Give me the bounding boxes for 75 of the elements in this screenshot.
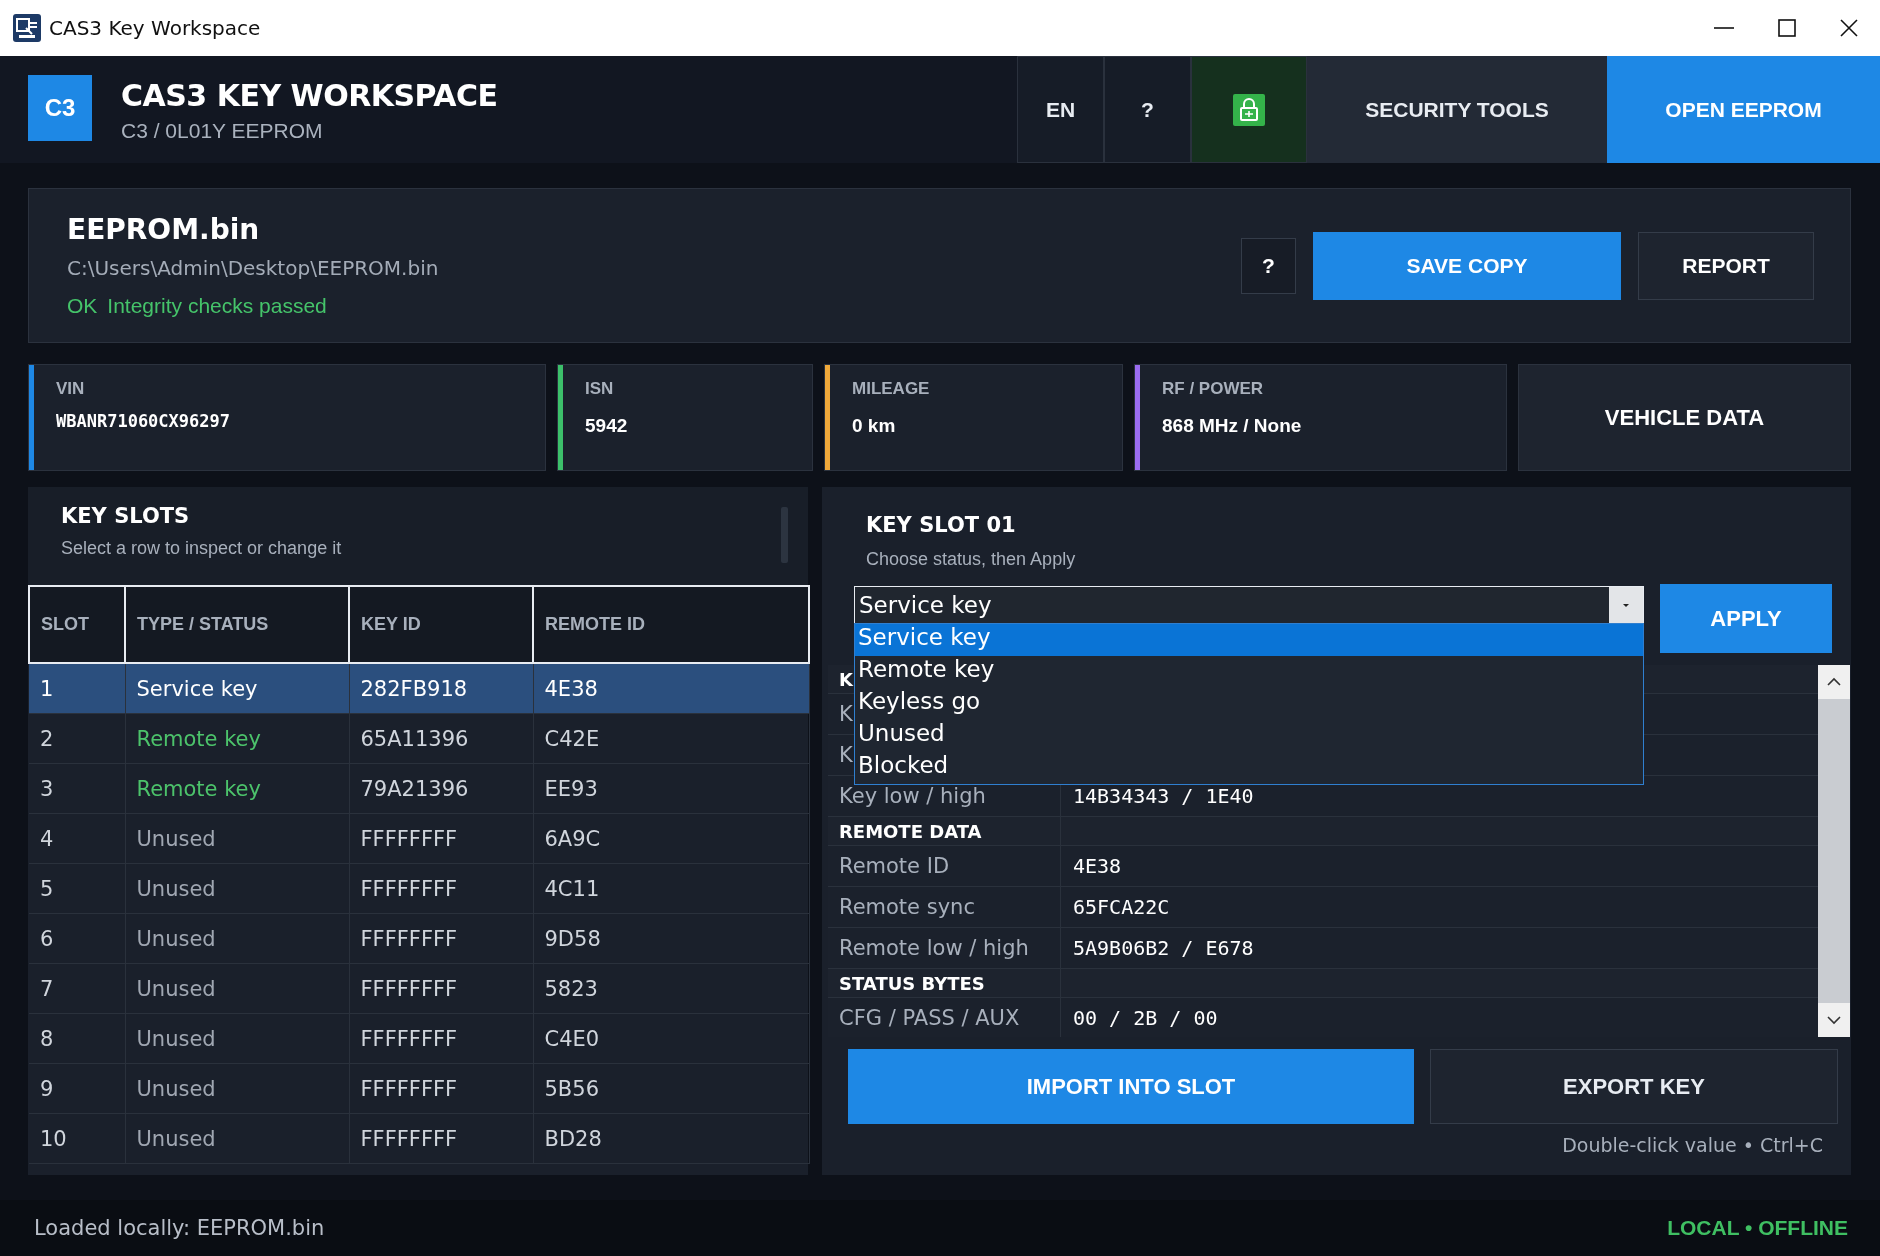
section-heading: REMOTE DATA (828, 817, 1061, 845)
card-label: VIN (56, 379, 86, 399)
table-cell: FFFFFFFF (349, 863, 533, 914)
table-cell: 282FB918 (349, 663, 533, 714)
connection-status: LOCAL • OFFLINE (1667, 1216, 1848, 1240)
table-cell: Unused (125, 963, 349, 1014)
table-cell: 9 (29, 1063, 125, 1114)
section-heading: STATUS BYTES (828, 969, 1061, 997)
status-code: OK (67, 294, 98, 317)
table-cell: Unused (125, 1063, 349, 1114)
table-cell: 6A9C (533, 813, 809, 864)
card-value: 0 km (852, 415, 897, 437)
card-value: 868 MHz / None (1162, 415, 1303, 437)
app-logo: C3 (28, 75, 92, 141)
table-cell: 79A21396 (349, 763, 533, 814)
panel-subtitle: Select a row to inspect or change it (61, 538, 343, 559)
field-label: Key low / high (828, 776, 1061, 816)
table-cell: 9D58 (533, 913, 809, 964)
card-label: RF / POWER (1162, 379, 1265, 399)
table-cell: 5823 (533, 963, 809, 1014)
panel-title: KEY SLOTS (61, 504, 191, 528)
file-name: EEPROM.bin (67, 213, 261, 246)
table-cell: FFFFFFFF (349, 963, 533, 1014)
table-cell: 5 (29, 863, 125, 914)
window-title: CAS3 Key Workspace (49, 16, 262, 40)
app-title: CAS3 KEY WORKSPACE (121, 78, 499, 113)
table-cell: 5B56 (533, 1063, 809, 1114)
table-cell: FFFFFFFF (349, 913, 533, 964)
table-cell: FFFFFFFF (349, 1013, 533, 1064)
table-cell: 7 (29, 963, 125, 1014)
table-cell: 10 (29, 1113, 125, 1164)
card-label: ISN (585, 379, 615, 399)
table-cell: C4E0 (533, 1013, 809, 1064)
table-cell: Remote key (125, 713, 349, 764)
table-cell: FFFFFFFF (349, 1063, 533, 1114)
table-cell: Unused (125, 863, 349, 914)
app-subtitle: C3 / 0L01Y EEPROM (121, 119, 324, 143)
field-value: 4E38 (1072, 853, 1122, 880)
table-cell: FFFFFFFF (349, 813, 533, 864)
card-value: WBANR71060CX96297 (56, 411, 231, 431)
table-cell: Remote key (125, 763, 349, 814)
file-path: C:\Users\Admin\Desktop\EEPROM.bin (67, 256, 440, 280)
table-cell: 4C11 (533, 863, 809, 914)
table-cell: EE93 (533, 763, 809, 814)
table-cell: 3 (29, 763, 125, 814)
table-cell: 6 (29, 913, 125, 964)
field-value: 00 / 2B / 00 (1072, 1005, 1218, 1032)
table-cell: Unused (125, 913, 349, 964)
field-value: 65FCA22C (1072, 894, 1170, 921)
table-cell: FFFFFFFF (349, 1113, 533, 1164)
table-cell: 65A11396 (349, 713, 533, 764)
table-cell: 2 (29, 713, 125, 764)
field-label: Remote low / high (828, 928, 1061, 968)
table-cell: Unused (125, 1013, 349, 1064)
field-label: CFG / PASS / AUX (828, 998, 1061, 1037)
table-cell: 8 (29, 1013, 125, 1064)
card-value: 5942 (585, 415, 629, 437)
panel-subtitle: Choose status, then Apply (866, 549, 1077, 570)
table-cell: 4 (29, 813, 125, 864)
status-message: Integrity checks passed (107, 294, 327, 317)
table-cell: Unused (125, 813, 349, 864)
panel-title: KEY SLOT 01 (865, 512, 1017, 537)
field-value: 5A9B06B2 / E678 (1072, 935, 1254, 962)
table-cell: 4E38 (533, 663, 809, 714)
card-label: MILEAGE (852, 379, 931, 399)
field-value: 14B34343 / 1E40 (1072, 783, 1254, 810)
table-cell: BD28 (533, 1113, 809, 1164)
table-cell: Service key (125, 663, 349, 714)
table-cell: C42E (533, 713, 809, 764)
hint-text: Double-click value • Ctrl+C (1561, 1134, 1823, 1156)
field-label: Remote ID (828, 846, 1061, 886)
status-text: Loaded locally: EEPROM.bin (34, 1216, 325, 1240)
field-label: Remote sync (828, 887, 1061, 927)
table-cell: Unused (125, 1113, 349, 1164)
table-cell: 1 (29, 663, 125, 714)
